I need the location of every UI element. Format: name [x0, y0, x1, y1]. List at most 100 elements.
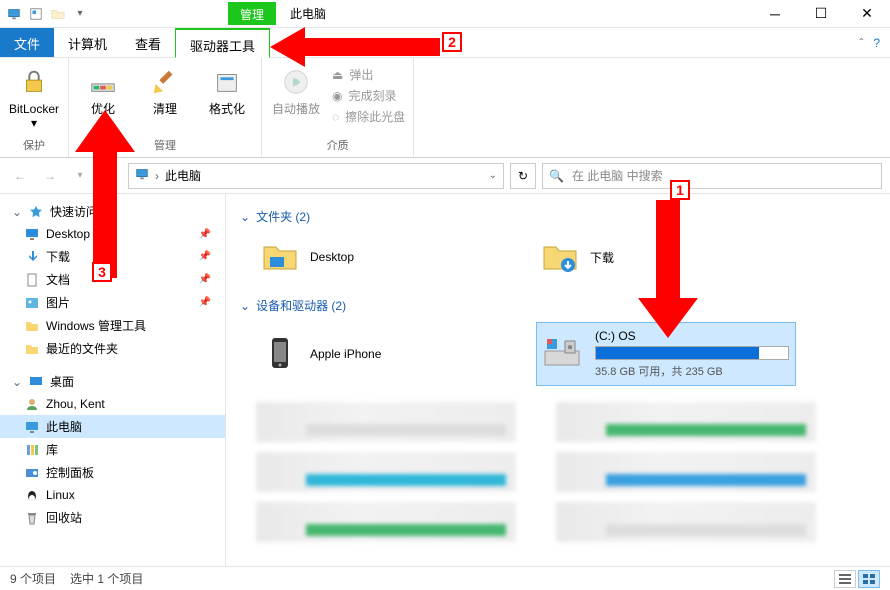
search-icon: 🔍 — [549, 169, 564, 183]
sidebar-item-libraries[interactable]: 库 — [0, 438, 225, 461]
address-dropdown-icon[interactable]: ⌄ — [489, 170, 497, 181]
eject-label: 弹出 — [349, 66, 373, 83]
sidebar-quick-access[interactable]: ⌄ 快速访问 — [0, 200, 225, 223]
folder-icon — [24, 341, 40, 357]
bitlocker-label: BitLocker — [9, 102, 59, 116]
back-button[interactable]: ← — [8, 164, 32, 188]
drive-free-text: 35.8 GB 可用，共 235 GB — [595, 363, 789, 379]
content-pane[interactable]: ⌄ 文件夹 (2) Desktop 下载 ⌄ 设备和驱动器 (2) — [226, 194, 890, 566]
sidebar-item-documents[interactable]: 文档 📌 — [0, 268, 225, 291]
linux-icon — [24, 487, 40, 503]
navigation-pane[interactable]: ⌄ 快速访问 Desktop 📌 下载 📌 文档 📌 图片 📌 — [0, 194, 226, 566]
view-tiles-button[interactable] — [858, 570, 880, 588]
menu-view[interactable]: 查看 — [121, 28, 175, 57]
sidebar-item-linux[interactable]: Linux — [0, 484, 225, 506]
chevron-down-icon: ⌄ — [240, 210, 250, 224]
address-bar[interactable]: › 此电脑 ⌄ — [128, 163, 504, 189]
menu-computer[interactable]: 计算机 — [54, 28, 121, 57]
minimize-button[interactable]: ─ — [752, 0, 798, 28]
sidebar-item-label: Zhou, Kent — [46, 397, 105, 411]
refresh-button[interactable]: ↻ — [510, 163, 536, 189]
format-icon — [211, 66, 243, 98]
format-button[interactable]: 格式化 — [201, 62, 253, 116]
sidebar-item-recycle[interactable]: 回收站 — [0, 506, 225, 529]
address-chevron[interactable]: › — [155, 169, 159, 183]
cleanup-button[interactable]: 清理 — [139, 62, 191, 116]
properties-icon[interactable] — [28, 6, 44, 22]
device-tile-iphone[interactable]: Apple iPhone — [256, 322, 496, 386]
erase-disc-button[interactable]: ◌ 擦除此光盘 — [332, 108, 405, 125]
group-protect-label: 保护 — [8, 135, 60, 155]
control-panel-icon — [24, 465, 40, 481]
close-button[interactable]: ✕ — [844, 0, 890, 28]
maximize-button[interactable]: ☐ — [798, 0, 844, 28]
sidebar-item-label: 图片 — [46, 294, 70, 311]
pc-icon — [6, 6, 22, 22]
disc-play-icon — [280, 66, 312, 98]
pictures-icon — [24, 295, 40, 311]
devices-group-header[interactable]: ⌄ 设备和驱动器 (2) — [240, 297, 876, 314]
chevron-up-icon[interactable]: ˆ — [859, 36, 863, 50]
blurred-tile — [556, 402, 816, 442]
folder-tile-desktop[interactable]: Desktop — [256, 233, 496, 281]
caret-icon[interactable]: ⌄ — [12, 205, 22, 219]
status-count: 9 个项目 — [10, 570, 56, 587]
bitlocker-button[interactable]: BitLocker▾ — [8, 62, 60, 131]
folders-header-label: 文件夹 (2) — [256, 208, 310, 225]
optimize-button[interactable]: 优化 — [77, 62, 129, 116]
address-bar-row: ← → ▾ ↑ › 此电脑 ⌄ ↻ 🔍 在 此电脑 中搜索 — [0, 158, 890, 194]
sidebar-item-wintools[interactable]: Windows 管理工具 — [0, 314, 225, 337]
help-icon[interactable]: ? — [873, 36, 880, 50]
user-icon — [24, 396, 40, 412]
sidebar-item-this-pc[interactable]: 此电脑 — [0, 415, 225, 438]
menu-file[interactable]: 文件 — [0, 28, 54, 57]
pin-icon: 📌 — [199, 297, 211, 308]
blurred-tile — [556, 502, 816, 542]
sidebar-item-control-panel[interactable]: 控制面板 — [0, 461, 225, 484]
autoplay-button[interactable]: 自动播放 — [270, 62, 322, 116]
optimize-label: 优化 — [91, 102, 115, 116]
window-title: 此电脑 — [276, 1, 340, 26]
view-details-button[interactable] — [834, 570, 856, 588]
address-path[interactable]: 此电脑 — [165, 167, 201, 184]
sidebar-item-recent[interactable]: 最近的文件夹 — [0, 337, 225, 360]
forward-button[interactable]: → — [38, 164, 62, 188]
drive-icon — [543, 333, 585, 376]
blurred-row — [256, 452, 876, 492]
sidebar-item-downloads[interactable]: 下载 📌 — [0, 245, 225, 268]
up-button[interactable]: ↑ — [98, 164, 122, 188]
folders-group-header[interactable]: ⌄ 文件夹 (2) — [240, 208, 876, 225]
search-box[interactable]: 🔍 在 此电脑 中搜索 — [542, 163, 882, 189]
dropdown-icon[interactable]: ▾ — [72, 6, 88, 22]
folder-tile-downloads[interactable]: 下载 — [536, 233, 776, 281]
sidebar-item-pictures[interactable]: 图片 📌 — [0, 291, 225, 314]
sidebar-item-label: Windows 管理工具 — [46, 317, 146, 334]
drive-tile-c[interactable]: (C:) OS 35.8 GB 可用，共 235 GB — [536, 322, 796, 386]
pin-icon: 📌 — [199, 229, 211, 240]
documents-icon — [24, 272, 40, 288]
ribbon-group-media: 自动播放 ⏏ 弹出 ◉ 完成刻录 ◌ 擦除此光盘 介质 — [262, 58, 414, 157]
main-area: ⌄ 快速访问 Desktop 📌 下载 📌 文档 📌 图片 📌 — [0, 194, 890, 566]
pin-icon: 📌 — [199, 274, 211, 285]
ribbon-collapse[interactable]: ˆ ? — [859, 28, 890, 57]
search-placeholder: 在 此电脑 中搜索 — [572, 167, 663, 184]
caret-icon[interactable]: ⌄ — [12, 375, 22, 389]
menu-drive-tools[interactable]: 驱动器工具 — [175, 28, 270, 58]
phone-icon — [260, 334, 300, 374]
devices-header-label: 设备和驱动器 (2) — [256, 297, 346, 314]
erase-disc-label: 擦除此光盘 — [345, 108, 405, 125]
recent-dropdown[interactable]: ▾ — [68, 164, 92, 188]
folder-icon[interactable] — [50, 6, 66, 22]
ribbon-group-protect: BitLocker▾ 保护 — [0, 58, 69, 157]
sidebar-desktop-root[interactable]: ⌄ 桌面 — [0, 370, 225, 393]
sidebar-item-desktop[interactable]: Desktop 📌 — [0, 223, 225, 245]
cleanup-label: 清理 — [153, 102, 177, 116]
pin-icon: 📌 — [199, 251, 211, 262]
sidebar-item-label: 此电脑 — [46, 418, 82, 435]
group-manage-label: 管理 — [77, 135, 253, 155]
sidebar-item-label: 最近的文件夹 — [46, 340, 118, 357]
eject-button[interactable]: ⏏ 弹出 — [332, 66, 405, 83]
finish-burn-button[interactable]: ◉ 完成刻录 — [332, 87, 405, 104]
sidebar-item-user[interactable]: Zhou, Kent — [0, 393, 225, 415]
drive-usage-fill — [596, 347, 759, 359]
